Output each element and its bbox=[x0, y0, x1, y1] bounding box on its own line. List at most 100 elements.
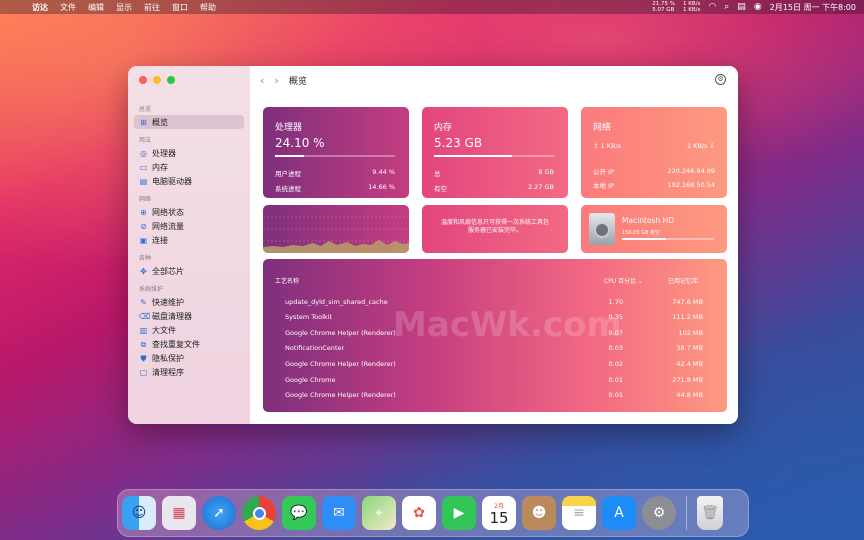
wifi-icon[interactable]: ◠ bbox=[708, 2, 716, 12]
trash-icon[interactable]: 🗑 bbox=[697, 496, 723, 530]
cpu-sys-label: 系统进程 bbox=[275, 185, 301, 193]
col-header-name[interactable]: 工艺名称 bbox=[275, 276, 299, 285]
sidebar-item[interactable]: ⌫ 磁盘清理器 bbox=[134, 309, 244, 323]
table-row[interactable]: Google Chrome 0.01 271.8 MB bbox=[285, 372, 703, 387]
safari-icon[interactable]: ➚ bbox=[202, 496, 236, 530]
settings-icon[interactable]: ⚙ bbox=[642, 496, 676, 530]
menubar-clock[interactable]: 2月15日 周一 下午8:00 bbox=[770, 2, 856, 13]
sidebar-item[interactable]: ▣ 连接 bbox=[134, 233, 244, 247]
toolbar: ‹ › 概览 bbox=[250, 66, 738, 94]
settings-gear-icon[interactable]: ⚙ bbox=[715, 74, 726, 85]
notice-line-2: 服务器已安装完毕。 bbox=[467, 227, 522, 234]
menu-window[interactable]: 窗口 bbox=[166, 2, 194, 13]
close-button[interactable] bbox=[139, 76, 147, 84]
siri-icon[interactable]: ◉ bbox=[754, 2, 762, 12]
dock: ☺ ▦ ➚ 💬 ✉ ⌖ ✿ ▶ 2月 15 ☻ ≡ A ⚙ 🗑 bbox=[117, 489, 749, 537]
network-card[interactable]: 网络 ⇧ 1 KB/s 1 KB/s ⇩ 公开 IP 220.246.94.89 … bbox=[581, 107, 727, 198]
cpu-user-label: 用户进程 bbox=[275, 170, 301, 178]
sidebar-item[interactable]: ⊞ 概览 bbox=[134, 115, 244, 129]
broom-icon: ⌫ bbox=[139, 311, 151, 321]
sidebar-item[interactable]: ▢ 清理程序 bbox=[134, 365, 244, 379]
disk-card[interactable]: Macintosh HD 150.03 GB 有空 bbox=[581, 205, 727, 253]
facetime-icon[interactable]: ▶ bbox=[442, 496, 476, 530]
menu-file[interactable]: 文件 bbox=[54, 2, 82, 13]
menu-go[interactable]: 前往 bbox=[138, 2, 166, 13]
photos-icon[interactable]: ✿ bbox=[402, 496, 436, 530]
forward-button[interactable]: › bbox=[274, 74, 278, 87]
page-title: 概览 bbox=[288, 76, 307, 87]
messages-icon[interactable]: 💬 bbox=[282, 496, 316, 530]
wrench-icon: ✎ bbox=[140, 297, 147, 307]
sidebar-item[interactable]: ⊕ 网络状态 bbox=[134, 205, 244, 219]
menu-edit[interactable]: 编辑 bbox=[82, 2, 110, 13]
sidebar-item[interactable]: ✥ 全部芯片 bbox=[134, 264, 244, 278]
table-row[interactable]: Google Chrome Helper (Renderer) 0.01 44.8 … bbox=[285, 388, 703, 403]
sidebar-item[interactable]: ▤ 电脑驱动器 bbox=[134, 174, 244, 188]
shield-icon: ⛊ bbox=[140, 353, 147, 363]
finder-icon[interactable]: ☺ bbox=[122, 496, 156, 530]
disk-progress-fill bbox=[622, 238, 667, 240]
notes-icon[interactable]: ≡ bbox=[562, 496, 596, 530]
contacts-icon[interactable]: ☻ bbox=[522, 496, 556, 530]
maps-icon[interactable]: ⌖ bbox=[362, 496, 396, 530]
sidebar: 总览 ⊞ 概览 用法 ◎ 处理器 ▭ 内存 ▤ 电脑驱动器 网络 ⊕ 网络状态 ⊘ 网络流量 ▣ 连接 各种 ✥ 全部… bbox=[128, 66, 250, 424]
sidebar-item[interactable]: ▥ 大文件 bbox=[134, 323, 244, 337]
menubar-network-stats[interactable]: 1 KB/s 1 KB/s bbox=[683, 1, 700, 13]
menu-bar: 访达 文件 编辑 显示 前往 窗口 帮助 21.75 % 5.07 GB 1 K… bbox=[0, 0, 864, 14]
network-down-value: 1 KB/s bbox=[686, 142, 708, 150]
sidebar-item-label: 概览 bbox=[152, 117, 168, 127]
table-row[interactable]: Google Chrome Helper (Renderer) 0.02 42.4 … bbox=[285, 356, 703, 371]
zoom-button[interactable] bbox=[167, 76, 175, 84]
globe-icon: ⊕ bbox=[140, 207, 147, 217]
app-window: 总览 ⊞ 概览 用法 ◎ 处理器 ▭ 内存 ▤ 电脑驱动器 网络 ⊕ 网络状态 ⊘ 网络流量 ▣ 连接 各种 ✥ 全部… bbox=[128, 66, 738, 424]
memory-total-value: 8 GB bbox=[538, 168, 554, 176]
control-center-icon[interactable]: ▤ bbox=[737, 2, 746, 12]
col-header-cpu[interactable]: CPU 百分比 ⌄ bbox=[604, 276, 643, 285]
sidebar-item[interactable]: ⛊ 隐私保护 bbox=[134, 351, 244, 365]
menu-view[interactable]: 显示 bbox=[110, 2, 138, 13]
sidebar-item-label: 网络流量 bbox=[152, 221, 184, 231]
cpu-value: 24.10 % bbox=[275, 136, 325, 150]
appstore-icon[interactable]: A bbox=[602, 496, 636, 530]
sidebar-section-title: 用法 bbox=[139, 137, 152, 144]
col-header-mem[interactable]: 已用记忆库 bbox=[668, 276, 698, 285]
sidebar-item[interactable]: ⧉ 查找重复文件 bbox=[134, 337, 244, 351]
sidebar-item[interactable]: ✎ 快速维护 bbox=[134, 295, 244, 309]
process-cpu: 0.01 bbox=[608, 375, 623, 384]
launchpad-icon[interactable]: ▦ bbox=[162, 496, 196, 530]
sensor-notice-card[interactable]: 温度和风扇信息只可获得一次系统工具包 服务器已安装完毕。 bbox=[422, 205, 568, 253]
table-row[interactable]: NotificationCenter 0.03 38.7 MB bbox=[285, 341, 703, 356]
process-cpu: 0.07 bbox=[608, 328, 623, 337]
menubar-net-down: 1 KB/s bbox=[683, 7, 701, 13]
table-row[interactable]: Google Chrome Helper (Renderer) 0.07 102 M… bbox=[285, 325, 703, 340]
chrome-icon[interactable] bbox=[242, 496, 276, 530]
memory-progress-bar bbox=[434, 155, 554, 157]
calendar-icon[interactable]: 2月 15 bbox=[482, 496, 516, 530]
menubar-system-stats[interactable]: 21.75 % 5.07 GB bbox=[652, 1, 675, 13]
table-row[interactable]: System Toolkit 0.35 111.2 MB bbox=[285, 310, 703, 325]
menu-help[interactable]: 帮助 bbox=[194, 2, 222, 13]
cpu-sys-value: 14.66 % bbox=[368, 183, 395, 191]
mail-icon[interactable]: ✉ bbox=[322, 496, 356, 530]
process-mem: 111.2 MB bbox=[672, 313, 703, 322]
search-icon[interactable]: ⌕ bbox=[724, 2, 729, 12]
sidebar-item[interactable]: ◎ 处理器 bbox=[134, 146, 244, 160]
process-mem: 747.6 MB bbox=[672, 297, 703, 306]
upload-arrow-icon: ⇧ bbox=[593, 142, 601, 150]
menu-finder[interactable]: 访达 bbox=[26, 2, 54, 13]
hard-drive-icon bbox=[589, 213, 615, 245]
sidebar-item-label: 隐私保护 bbox=[152, 353, 184, 363]
disk-free-space: 150.03 GB 有空 bbox=[622, 230, 660, 236]
back-button[interactable]: ‹ bbox=[260, 74, 264, 87]
cpu-card[interactable]: 处理器 24.10 % 用户进程 9.44 % 系统进程 14.66 % bbox=[263, 107, 409, 198]
table-row[interactable]: update_dyld_sim_shared_cache 1.70 747.6 MB bbox=[285, 294, 703, 309]
sidebar-item[interactable]: ⊘ 网络流量 bbox=[134, 219, 244, 233]
memory-free-row: 有空 2.27 GB bbox=[434, 183, 554, 193]
sidebar-item[interactable]: ▭ 内存 bbox=[134, 160, 244, 174]
sidebar-item-label: 连接 bbox=[152, 235, 168, 245]
memory-total-label: 总 bbox=[434, 170, 441, 178]
network-title: 网络 bbox=[593, 123, 612, 133]
minimize-button[interactable] bbox=[153, 76, 161, 84]
memory-card[interactable]: 内存 5.23 GB 总 8 GB 有空 2.27 GB bbox=[422, 107, 568, 198]
process-name: NotificationCenter bbox=[285, 344, 345, 353]
